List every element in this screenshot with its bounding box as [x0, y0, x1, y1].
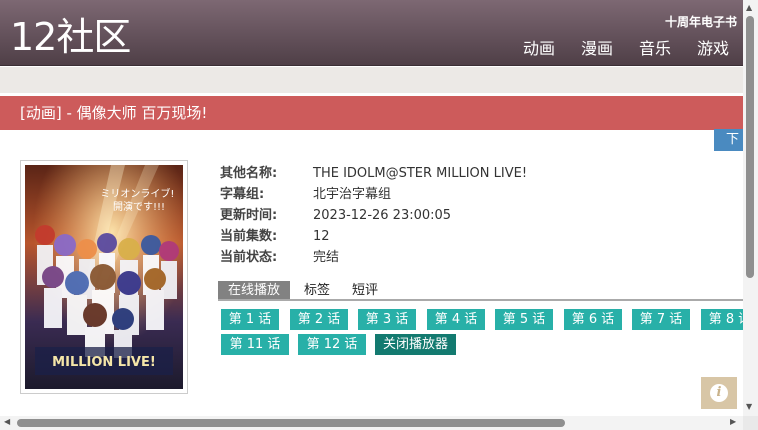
content-tabs: 在线播放 标签 短评 [218, 281, 743, 301]
scrollbar-corner [743, 416, 758, 430]
info-key: 更新时间: [220, 208, 278, 223]
episode-button-7[interactable]: 第 7 话 [632, 309, 690, 330]
info-key: 其他名称: [220, 166, 278, 181]
info-key: 当前状态: [220, 250, 278, 265]
scroll-up-icon[interactable]: ▲ [746, 3, 752, 12]
info-value: THE IDOLM@STER MILLION LIVE! [313, 166, 528, 181]
scroll-right-icon[interactable]: ▶ [730, 417, 736, 426]
nav-game[interactable]: 游戏 [697, 38, 729, 60]
info-row-alias: 其他名称: THE IDOLM@STER MILLION LIVE! [220, 163, 527, 184]
site-header: 12社区 十周年电子书 动画 漫画 音乐 游戏 [0, 0, 743, 66]
info-value: 北宇治字幕组 [313, 187, 392, 202]
poster-logo: MILLION LIVE! [52, 355, 156, 370]
episode-button-12[interactable]: 第 12 话 [298, 334, 366, 355]
sub-header-band [0, 67, 743, 93]
info-icon: i [710, 384, 728, 402]
vertical-scroll-thumb[interactable] [746, 16, 754, 278]
vertical-scrollbar[interactable]: ▲ ▼ [743, 0, 758, 416]
info-row-episodes: 当前集数: 12 [220, 226, 527, 247]
info-button[interactable]: i [701, 377, 737, 409]
info-key: 字幕组: [220, 187, 265, 202]
scroll-left-icon[interactable]: ◀ [4, 417, 10, 426]
anime-poster: ミリオンライブ! 開演です!!! MILLION LIVE! [20, 160, 188, 394]
episode-button-8[interactable]: 第 8 话 [701, 309, 743, 330]
episode-list: 第 1 话 第 2 话 第 3 话 第 4 话 第 5 话 第 6 话 第 7 … [221, 309, 743, 359]
horizontal-scrollbar[interactable]: ◀ ▶ [0, 416, 743, 430]
anniversary-ebook-link[interactable]: 十周年电子书 [665, 13, 737, 30]
horizontal-scroll-thumb[interactable] [17, 419, 565, 427]
scroll-down-icon[interactable]: ▼ [746, 402, 752, 411]
episode-button-1[interactable]: 第 1 话 [221, 309, 279, 330]
episode-button-4[interactable]: 第 4 话 [427, 309, 485, 330]
page-title-bar: [动画] - 偶像大师 百万现场! [0, 96, 743, 130]
poster-image: ミリオンライブ! 開演です!!! MILLION LIVE! [25, 165, 183, 389]
anime-info: 其他名称: THE IDOLM@STER MILLION LIVE! 字幕组: … [220, 163, 527, 268]
info-row-status: 当前状态: 完结 [220, 247, 527, 268]
info-value: 2023-12-26 23:00:05 [313, 208, 452, 223]
info-row-updated: 更新时间: 2023-12-26 23:00:05 [220, 205, 527, 226]
tab-online-play[interactable]: 在线播放 [218, 281, 291, 299]
download-button[interactable]: 下载 [714, 129, 743, 151]
episode-button-11[interactable]: 第 11 话 [221, 334, 289, 355]
close-player-button[interactable]: 关闭播放器 [375, 334, 456, 355]
tab-tags[interactable]: 标签 [296, 281, 338, 299]
info-value: 完结 [313, 250, 340, 265]
episode-button-3[interactable]: 第 3 话 [358, 309, 416, 330]
main-nav: 动画 漫画 音乐 游戏 [523, 38, 729, 60]
page-title: [动画] - 偶像大师 百万现场! [20, 104, 208, 122]
nav-anime[interactable]: 动画 [523, 38, 555, 60]
info-value: 12 [313, 229, 330, 244]
episode-button-5[interactable]: 第 5 话 [495, 309, 553, 330]
tab-reviews[interactable]: 短评 [344, 281, 386, 299]
episode-button-2[interactable]: 第 2 话 [290, 309, 348, 330]
episode-button-6[interactable]: 第 6 话 [564, 309, 622, 330]
info-key: 当前集数: [220, 229, 278, 244]
info-row-subtitle-group: 字幕组: 北宇治字幕组 [220, 184, 527, 205]
nav-music[interactable]: 音乐 [639, 38, 671, 60]
site-logo[interactable]: 12社区 [10, 14, 131, 60]
nav-manga[interactable]: 漫画 [581, 38, 613, 60]
